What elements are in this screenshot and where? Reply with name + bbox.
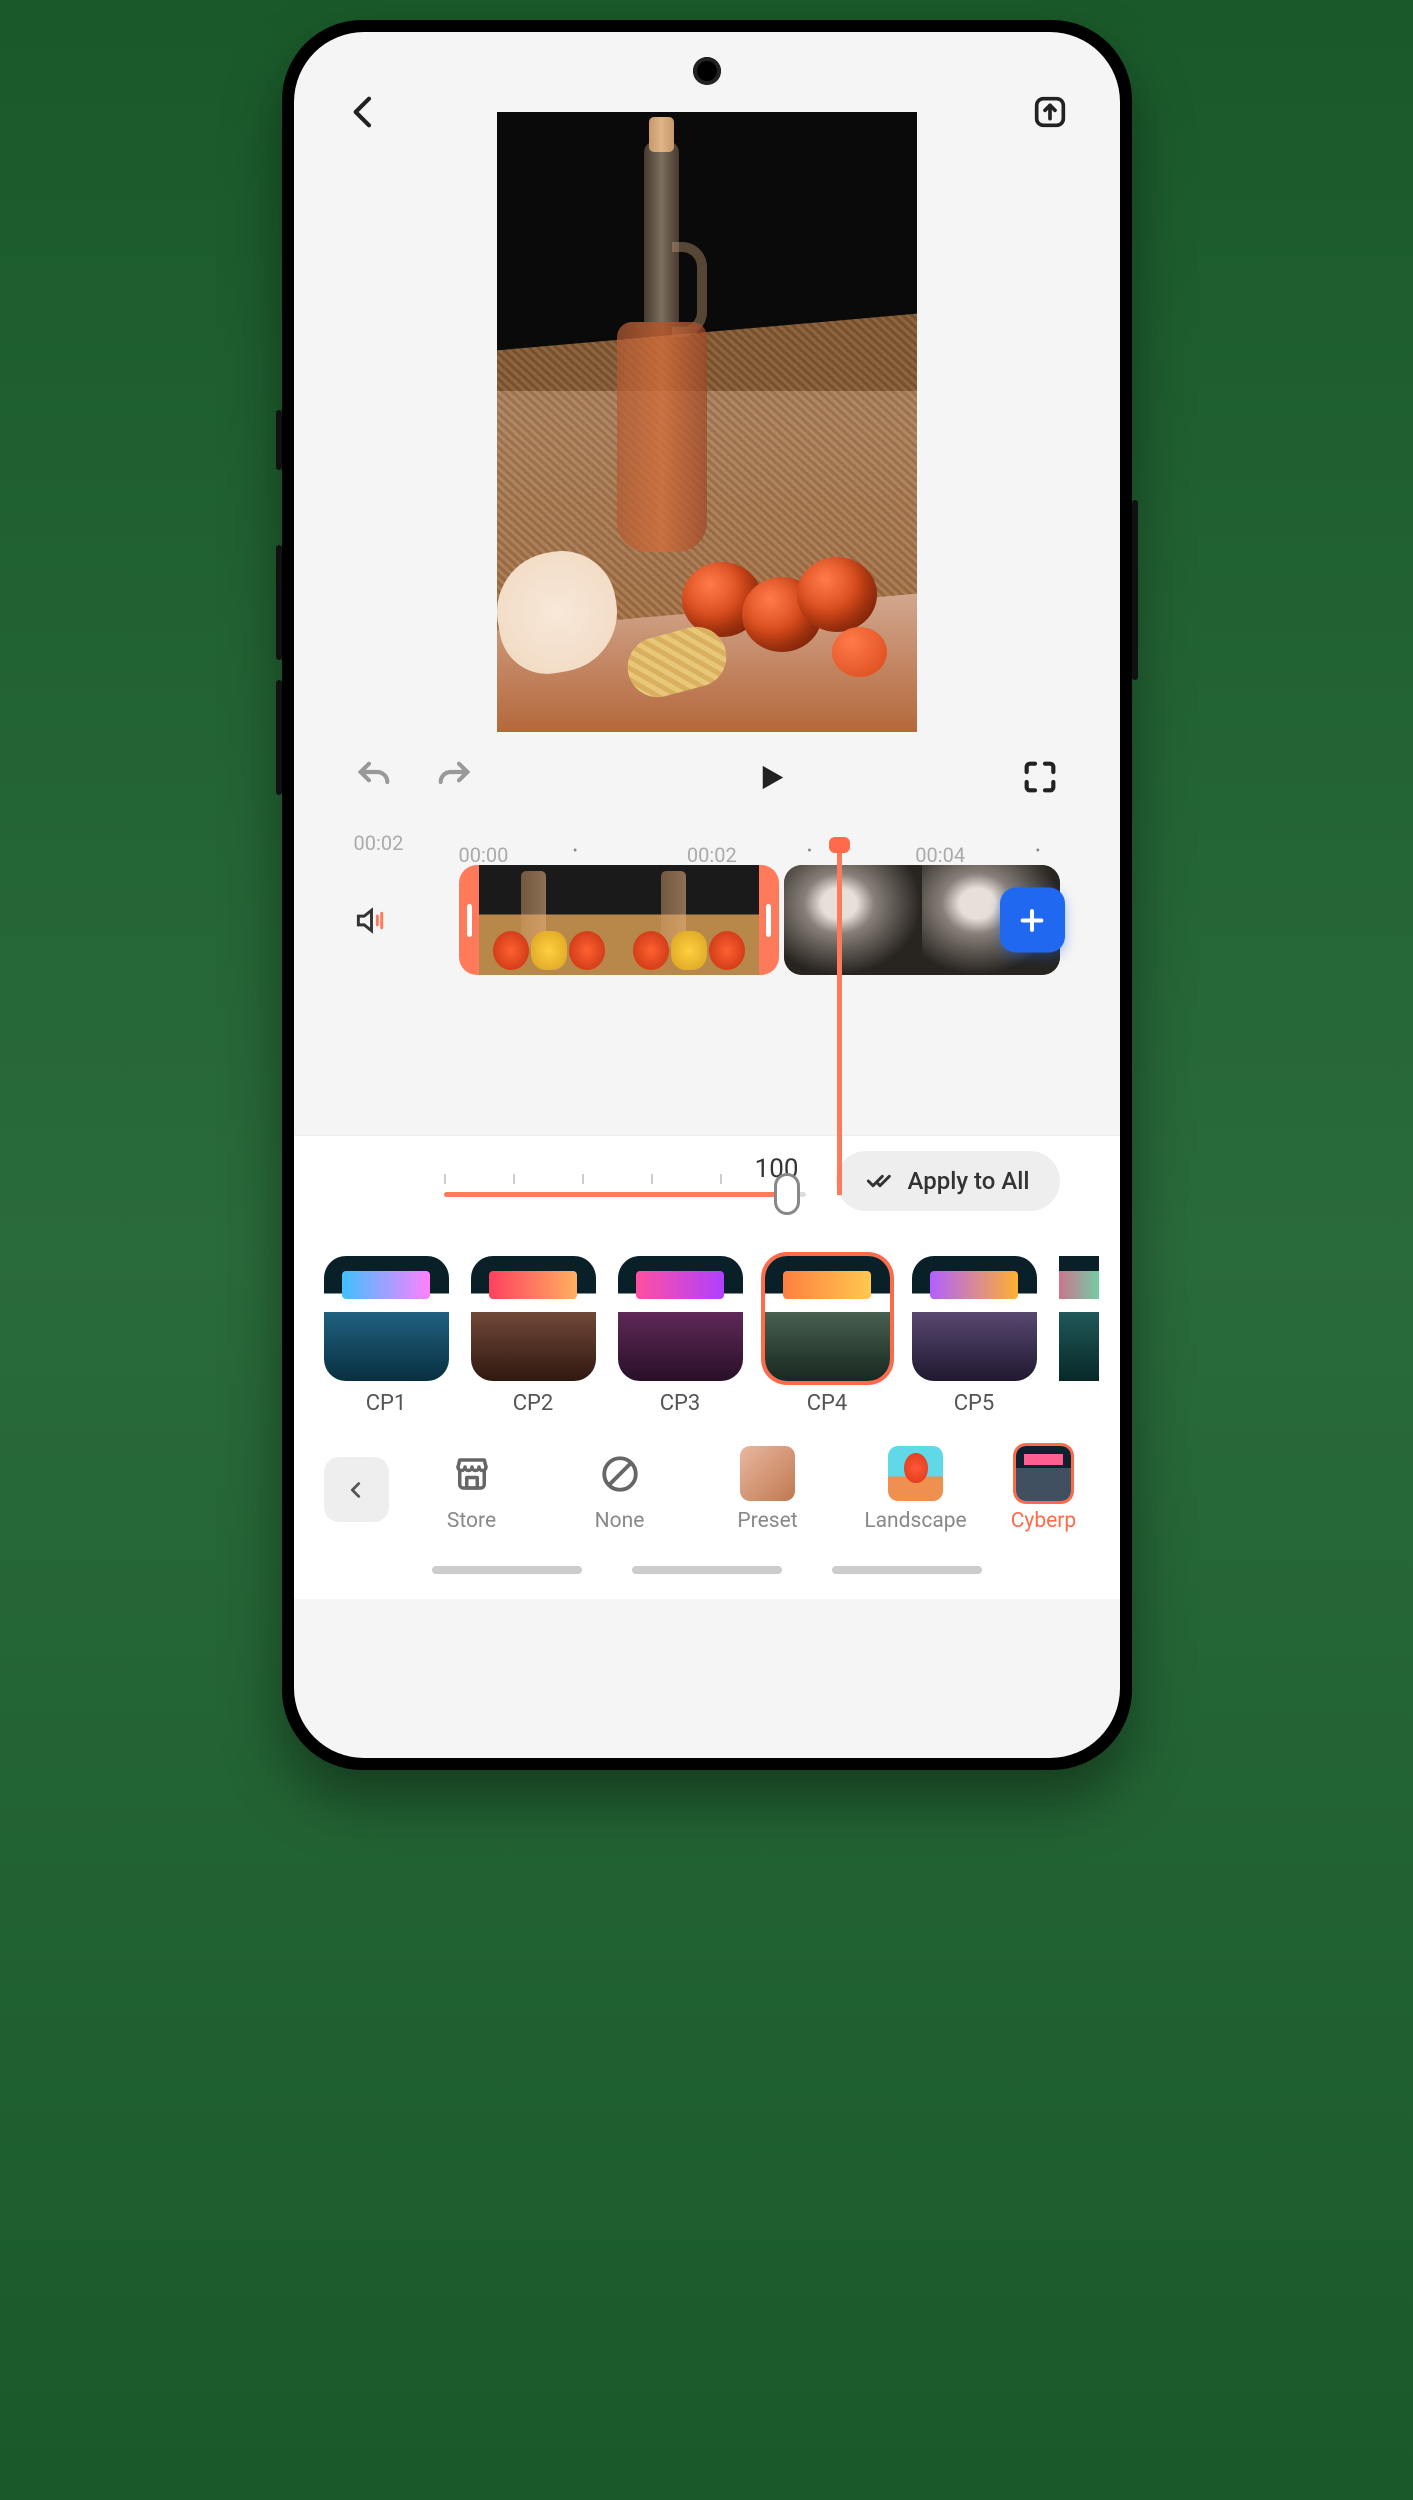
clip-thumbnail [479,865,619,975]
add-clip-button[interactable] [1000,888,1065,953]
app-screen: 00:02 00:00 • 00:02 • 00:04 • [294,32,1120,1758]
phone-frame: 00:02 00:00 • 00:02 • 00:04 • [282,20,1132,1770]
play-button[interactable] [754,760,789,799]
phone-screen-bezel: 00:02 00:00 • 00:02 • 00:04 • [294,32,1120,1758]
filter-preset-cp2[interactable]: CP2 [471,1256,596,1416]
timeline[interactable] [294,865,1120,975]
video-preview-area [294,112,1120,732]
phone-side-button [276,545,282,660]
category-store[interactable]: Store [407,1446,537,1533]
category-cyberpunk[interactable]: Cyberp [999,1446,1089,1533]
redo-icon [434,757,474,797]
slider-fill [444,1192,788,1197]
clip-trim-handle-right[interactable] [766,904,771,937]
apply-to-all-label: Apply to All [908,1167,1030,1195]
filter-preset-cp5[interactable]: CP5 [912,1256,1037,1416]
nav-pill[interactable] [432,1566,582,1574]
ruler-dot: • [573,843,578,859]
preview-content [832,627,887,677]
category-label: Landscape [864,1509,966,1533]
speaker-icon [354,903,389,938]
timeline-spacer [294,975,1120,1135]
category-landscape[interactable]: Landscape [851,1446,981,1533]
ruler-mark: 00:02 [687,843,737,867]
none-icon [599,1453,641,1495]
chevron-left-icon [345,1479,367,1501]
ruler-mark: 00:04 [915,843,965,867]
filter-preset-cp6[interactable] [1059,1256,1099,1416]
store-icon [451,1453,493,1495]
video-preview[interactable] [497,112,917,732]
category-label: None [595,1509,645,1533]
playback-controls [294,732,1120,826]
category-back-button[interactable] [324,1457,389,1522]
clip-selected[interactable] [459,865,779,975]
filter-preset-cp3[interactable]: CP3 [618,1256,743,1416]
category-label: Cyberp [1011,1509,1076,1533]
clip-thumbnail [784,865,922,975]
apply-to-all-button[interactable]: Apply to All [836,1151,1060,1211]
audio-toggle[interactable] [354,903,459,938]
slider-thumb[interactable] [774,1173,800,1215]
current-time-label: 00:02 [354,831,459,855]
category-preset[interactable]: Preset [703,1446,833,1533]
plus-icon [1016,904,1048,936]
category-thumb [888,1446,943,1501]
nav-pill[interactable] [832,1566,982,1574]
category-label: Store [447,1509,496,1533]
double-check-icon [866,1167,894,1195]
filter-preset-cp1[interactable]: CP1 [324,1256,449,1416]
redo-button[interactable] [434,757,474,801]
ruler-dot: • [1035,843,1040,859]
clip-trim-handle-left[interactable] [467,904,472,937]
nav-pill[interactable] [632,1566,782,1574]
nav-indicator [294,1548,1120,1599]
category-thumb [1016,1446,1071,1501]
filter-intensity-row: 100 Apply to All [294,1135,1120,1241]
category-thumb [740,1446,795,1501]
phone-side-button [276,410,282,470]
filter-preset-strip[interactable]: CP1 CP2 CP3 CP4 CP5 [294,1241,1120,1426]
preview-content [617,142,707,552]
phone-side-button [276,680,282,795]
undo-icon [354,757,394,797]
timeline-ruler: 00:02 00:00 • 00:02 • 00:04 • [294,826,1120,865]
category-none[interactable]: None [555,1446,685,1533]
undo-button[interactable] [354,757,394,801]
clips-track[interactable] [459,865,1060,975]
category-label: Preset [737,1509,797,1533]
filter-category-row: Store None Preset Landscape [294,1426,1120,1548]
fullscreen-button[interactable] [1020,757,1060,801]
camera-notch [693,57,721,85]
play-icon [754,760,789,795]
intensity-slider[interactable]: 100 [444,1156,806,1207]
filter-preset-cp4[interactable]: CP4 [765,1256,890,1416]
ruler-mark: 00:00 [459,843,509,867]
slider-ticks [444,1174,791,1184]
phone-side-button [1132,500,1138,680]
slider-track[interactable] [444,1192,806,1197]
ruler-dot: • [807,843,812,859]
fullscreen-icon [1020,757,1060,797]
clip-thumbnail [619,865,759,975]
